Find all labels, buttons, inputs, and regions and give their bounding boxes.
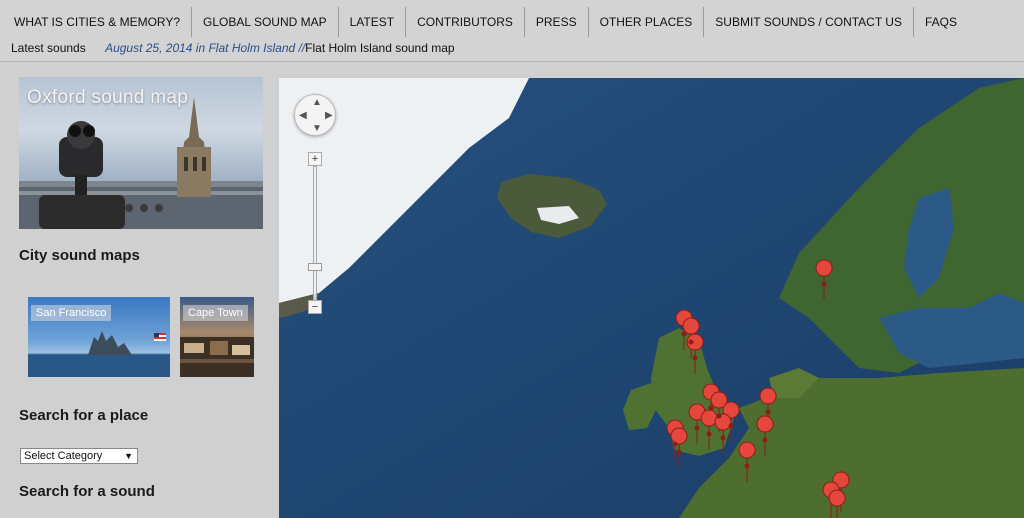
- ticker-date-link[interactable]: August 25, 2014 in Flat Holm Island //: [105, 41, 305, 55]
- top-navigation: WHAT IS CITIES & MEMORY? GLOBAL SOUND MA…: [0, 0, 1024, 62]
- chevron-down-icon: ▼: [124, 451, 133, 461]
- cape-town-thumbnail[interactable]: Cape Town: [180, 297, 254, 377]
- oxford-sound-map-banner[interactable]: Oxford sound map: [19, 77, 263, 229]
- category-select-value: Select Category: [24, 450, 103, 462]
- ticker-label: Latest sounds: [11, 41, 86, 55]
- map-pan-control[interactable]: ▲ ◀ ▶ ▼: [294, 94, 336, 136]
- san-francisco-thumbnail[interactable]: San Francisco: [28, 297, 170, 377]
- zoom-slider-handle[interactable]: [308, 263, 322, 271]
- map-marker-icon: [738, 441, 756, 483]
- map-marker-icon: [714, 413, 732, 455]
- map-markers-layer: [666, 259, 850, 518]
- nav-item-what-is[interactable]: WHAT IS CITIES & MEMORY?: [0, 7, 193, 37]
- pan-right-icon[interactable]: ▶: [325, 111, 333, 121]
- zoom-slider-track[interactable]: [313, 166, 317, 308]
- nav-item-global-sound-map[interactable]: GLOBAL SOUND MAP: [192, 7, 339, 37]
- nav-item-press[interactable]: PRESS: [525, 7, 589, 37]
- latest-sounds-ticker: Latest sounds August 25, 2014 in Flat Ho…: [11, 41, 455, 55]
- thumb-label-san-francisco: San Francisco: [31, 305, 112, 321]
- category-select[interactable]: Select Category ▼: [20, 448, 138, 464]
- global-sound-map[interactable]: ▲ ◀ ▶ ▼ + −: [279, 78, 1024, 518]
- zoom-in-button[interactable]: +: [308, 152, 322, 166]
- thumb-label-cape-town: Cape Town: [183, 305, 248, 321]
- nav-item-latest[interactable]: LATEST: [339, 7, 407, 37]
- sidebar: Oxford sound map City sound maps San Fra…: [0, 63, 279, 518]
- pan-down-icon[interactable]: ▼: [312, 124, 322, 134]
- nav-item-faqs[interactable]: FAQS: [914, 7, 968, 37]
- nav-item-contributors[interactable]: CONTRIBUTORS: [406, 7, 525, 37]
- nav-menu: WHAT IS CITIES & MEMORY? GLOBAL SOUND MA…: [0, 7, 968, 37]
- ticker-title-link[interactable]: Flat Holm Island sound map: [305, 41, 454, 55]
- city-sound-maps-heading: City sound maps: [19, 247, 140, 264]
- map-marker-icon: [815, 259, 833, 301]
- nav-item-other-places[interactable]: OTHER PLACES: [589, 7, 705, 37]
- zoom-out-button[interactable]: −: [308, 300, 322, 314]
- map-marker-icon: [700, 409, 718, 451]
- map-marker-icon: [670, 427, 688, 469]
- search-place-heading: Search for a place: [19, 407, 149, 424]
- search-sound-heading: Search for a sound: [19, 483, 155, 500]
- hero-title: Oxford sound map: [27, 87, 189, 108]
- pan-up-icon[interactable]: ▲: [312, 98, 322, 108]
- pan-left-icon[interactable]: ◀: [299, 111, 307, 121]
- map-marker-icon: [688, 403, 706, 445]
- nav-item-submit-sounds[interactable]: SUBMIT SOUNDS / CONTACT US: [704, 7, 914, 37]
- map-marker-icon: [686, 333, 704, 375]
- map-marker-icon: [756, 415, 774, 457]
